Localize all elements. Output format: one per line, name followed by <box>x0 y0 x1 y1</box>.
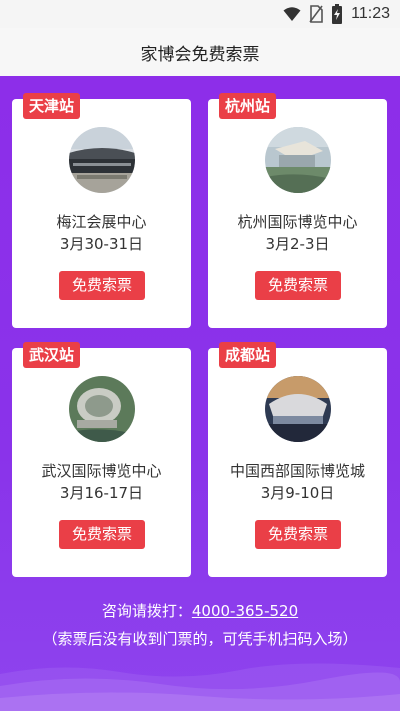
bottom-wave-decoration <box>0 663 400 711</box>
city-badge: 天津站 <box>23 93 81 119</box>
free-ticket-button[interactable]: 免费索票 <box>255 520 341 549</box>
status-time: 11:23 <box>351 5 390 22</box>
venue-name: 杭州国际博览中心 <box>237 213 358 231</box>
city-badge: 杭州站 <box>219 93 277 119</box>
venue-name: 武汉国际博览中心 <box>41 462 162 480</box>
venue-photo-tianjin-icon <box>69 127 135 193</box>
hotline-label: 咨询请拨打： <box>101 602 192 620</box>
city-badge: 武汉站 <box>23 342 81 368</box>
venue-card-hangzhou: 杭州站 杭州国际博览中心 3月2-3日 免费索票 <box>208 93 387 328</box>
free-ticket-button[interactable]: 免费索票 <box>59 271 145 300</box>
hotline-row: 咨询请拨打：4000-365-520 <box>0 600 400 622</box>
footer: 咨询请拨打：4000-365-520 （索票后没有收到门票的，可凭手机扫码入场） <box>0 600 400 650</box>
battery-charging-icon <box>332 4 343 24</box>
status-icons: 11:23 <box>283 4 390 24</box>
venue-photo-hangzhou-icon <box>265 127 331 193</box>
title-bar: 家博会免费索票 <box>0 28 400 76</box>
footer-note: （索票后没有收到门票的，可凭手机扫码入场） <box>42 630 358 648</box>
event-date: 3月9-10日 <box>260 484 335 502</box>
event-date: 3月16-17日 <box>59 484 144 502</box>
venue-photo-chengdu-icon <box>265 376 331 442</box>
city-badge: 成都站 <box>219 342 277 368</box>
venue-name: 中国西部国际博览城 <box>229 462 365 480</box>
status-bar: 11:23 <box>0 0 400 28</box>
venue-card-tianjin: 天津站 梅江会展中心 3月30-31日 免费索票 <box>12 93 191 328</box>
venue-card-chengdu: 成都站 中国西部国际博览城 3月9-10日 免费索票 <box>208 342 387 577</box>
free-ticket-button[interactable]: 免费索票 <box>255 271 341 300</box>
page-title: 家博会免费索票 <box>140 44 260 65</box>
wifi-icon <box>283 7 301 21</box>
hotline-phone-link[interactable]: 4000-365-520 <box>192 602 298 620</box>
no-sim-icon <box>309 5 323 23</box>
event-date: 3月2-3日 <box>265 235 330 253</box>
event-date: 3月30-31日 <box>59 235 144 253</box>
free-ticket-button[interactable]: 免费索票 <box>59 520 145 549</box>
venue-card-wuhan: 武汉站 武汉国际博览中心 3月16-17日 免费索票 <box>12 342 191 577</box>
venue-photo-wuhan-icon <box>69 376 135 442</box>
venue-name: 梅江会展中心 <box>56 213 147 231</box>
